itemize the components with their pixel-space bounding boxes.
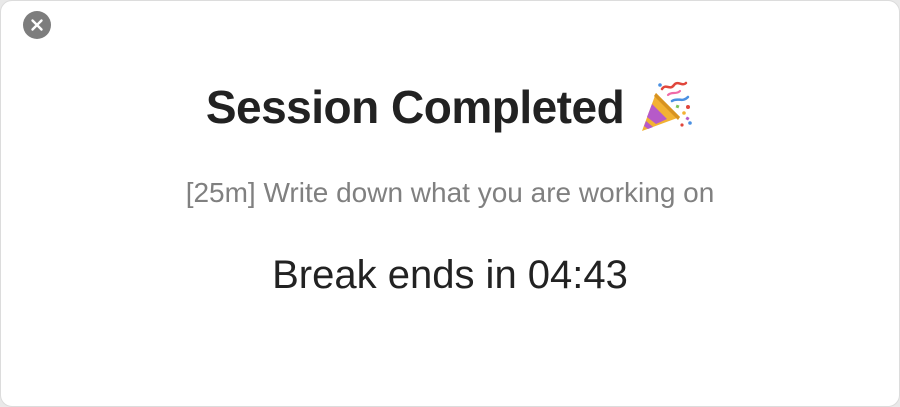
close-icon xyxy=(31,19,43,31)
close-button[interactable] xyxy=(23,11,51,39)
title-row: Session Completed xyxy=(1,79,899,135)
page-title: Session Completed xyxy=(205,81,625,133)
session-complete-window: Session Completed [25m] Write down what … xyxy=(0,0,900,407)
break-countdown: Break ends in 04:43 xyxy=(272,253,628,297)
party-popper-icon xyxy=(642,81,692,131)
session-subtitle: [25m] Write down what you are working on xyxy=(185,177,715,208)
